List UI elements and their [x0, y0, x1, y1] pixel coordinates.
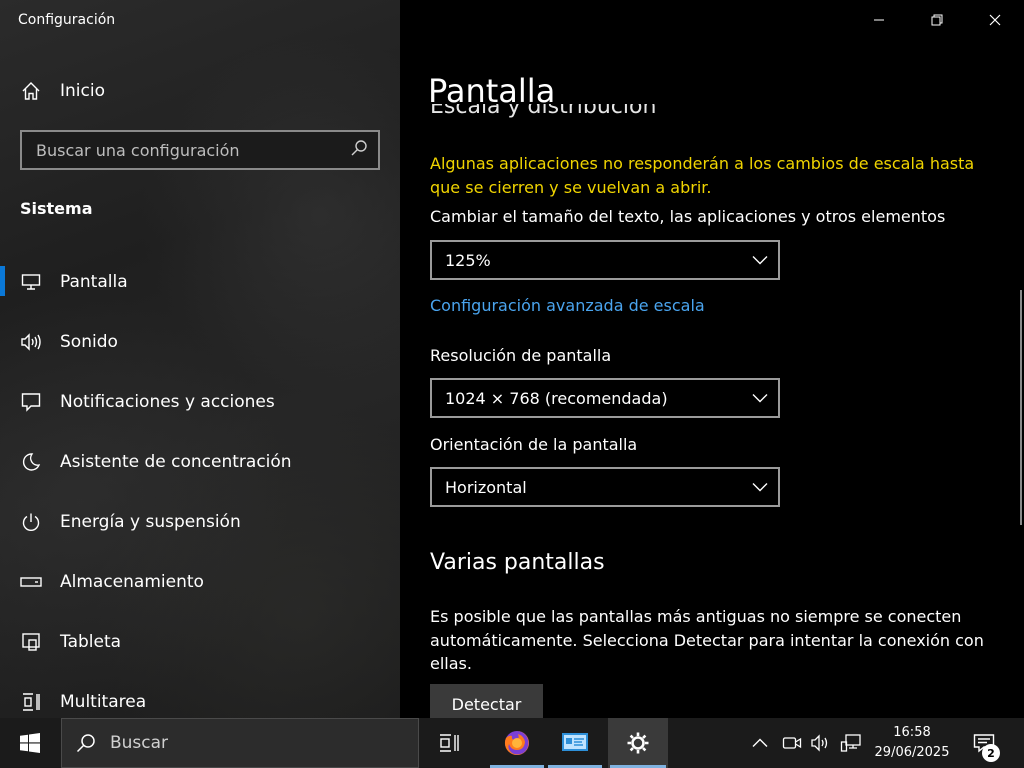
home-label: Inicio — [60, 81, 105, 101]
windows-logo-icon — [20, 733, 40, 753]
close-icon — [989, 14, 1001, 26]
task-view-button[interactable] — [421, 718, 479, 768]
volume-button[interactable] — [808, 718, 834, 768]
restore-icon — [931, 14, 943, 26]
restore-button[interactable] — [908, 0, 966, 40]
orientation-dropdown-value: Horizontal — [445, 477, 527, 497]
sidebar-item-tableta[interactable]: Tableta — [0, 612, 400, 672]
window-controls — [850, 0, 1024, 40]
multiple-displays-heading: Varias pantallas — [430, 550, 605, 575]
search-icon — [76, 734, 95, 753]
firefox-icon — [504, 731, 529, 755]
network-button[interactable] — [838, 718, 864, 768]
advanced-scaling-link[interactable]: Configuración avanzada de escala — [430, 296, 705, 315]
sidebar-item-label: Energía y suspensión — [60, 512, 241, 532]
sidebar-item-label: Almacenamiento — [60, 572, 204, 592]
multitask-icon — [20, 691, 42, 713]
camera-icon — [782, 737, 802, 749]
task-view-icon — [440, 734, 459, 752]
control-panel-taskbar-button[interactable] — [546, 718, 604, 768]
gear-icon — [627, 732, 649, 754]
scale-label: Cambiar el tamaño del texto, las aplicac… — [430, 207, 946, 226]
settings-search-box[interactable] — [20, 130, 380, 170]
chevron-down-icon — [752, 394, 768, 403]
scrollbar[interactable] — [1020, 290, 1022, 525]
main-content: Pantalla Escala y distribución Algunas a… — [400, 0, 1024, 718]
storage-icon — [20, 571, 42, 593]
scale-warning-text: Algunas aplicaciones no responderán a lo… — [430, 154, 975, 197]
taskbar: Buscar 16:58 29/06/2025 2 — [0, 718, 1024, 768]
sidebar-item-label: Sonido — [60, 332, 118, 352]
settings-search-input[interactable] — [36, 140, 336, 160]
minimize-icon — [874, 19, 884, 21]
chevron-down-icon — [752, 483, 768, 492]
sidebar-nav: Pantalla Sonido Notificaciones y accione… — [0, 252, 400, 718]
firefox-taskbar-button[interactable] — [488, 718, 546, 768]
sidebar-item-asistente[interactable]: Asistente de concentración — [0, 432, 400, 492]
sidebar-item-notificaciones[interactable]: Notificaciones y acciones — [0, 372, 400, 432]
action-center-button[interactable] — [966, 718, 1002, 768]
app-title: Configuración — [18, 12, 116, 28]
sidebar-item-label: Tableta — [60, 632, 122, 652]
home-link[interactable]: Inicio — [20, 80, 105, 102]
monitor-icon — [20, 271, 42, 293]
scale-dropdown[interactable]: 125% — [430, 240, 780, 280]
chevron-down-icon — [752, 256, 768, 265]
sidebar-item-almacenamiento[interactable]: Almacenamiento — [0, 552, 400, 612]
search-icon[interactable] — [350, 139, 368, 161]
scale-layout-heading: Escala y distribución — [430, 104, 657, 119]
show-hidden-icons-button[interactable] — [748, 718, 772, 768]
chevron-up-icon — [752, 738, 768, 747]
speaker-icon — [811, 734, 828, 752]
notification-count-badge: 2 — [982, 744, 1000, 762]
start-button[interactable] — [0, 718, 60, 768]
notification-icon — [20, 391, 42, 413]
moon-icon — [20, 451, 42, 473]
taskbar-clock[interactable]: 16:58 29/06/2025 — [862, 723, 962, 763]
taskbar-search[interactable]: Buscar — [61, 718, 419, 768]
sidebar-item-label: Notificaciones y acciones — [60, 392, 275, 412]
sidebar: Configuración Inicio Sistema Pantalla So… — [0, 0, 400, 718]
taskbar-search-label: Buscar — [110, 733, 169, 753]
sidebar-item-pantalla[interactable]: Pantalla — [0, 252, 400, 312]
speaker-icon — [20, 331, 42, 353]
sidebar-item-label: Pantalla — [60, 272, 128, 292]
resolution-dropdown-value: 1024 × 768 (recomendada) — [445, 388, 668, 408]
meet-now-button[interactable] — [780, 718, 804, 768]
clock-date: 29/06/2025 — [874, 745, 950, 760]
multiple-displays-text: Es posible que las pantallas más antigua… — [430, 607, 984, 673]
control-panel-icon — [562, 733, 588, 751]
orientation-dropdown[interactable]: Horizontal — [430, 467, 780, 507]
clock-time: 16:58 — [893, 725, 931, 740]
resolution-label: Resolución de pantalla — [430, 346, 612, 365]
sidebar-item-sonido[interactable]: Sonido — [0, 312, 400, 372]
section-label: Sistema — [20, 199, 93, 218]
sidebar-item-multitarea[interactable]: Multitarea — [0, 672, 400, 718]
close-button[interactable] — [966, 0, 1024, 40]
tablet-icon — [20, 631, 42, 653]
network-icon — [840, 734, 861, 752]
sidebar-item-energia[interactable]: Energía y suspensión — [0, 492, 400, 552]
resolution-dropdown[interactable]: 1024 × 768 (recomendada) — [430, 378, 780, 418]
power-icon — [20, 511, 42, 533]
orientation-label: Orientación de la pantalla — [430, 435, 638, 454]
detect-button[interactable]: Detectar — [430, 684, 543, 718]
minimize-button[interactable] — [850, 0, 908, 40]
sidebar-item-label: Asistente de concentración — [60, 452, 292, 472]
sidebar-item-label: Multitarea — [60, 692, 147, 712]
home-icon — [20, 80, 42, 102]
settings-taskbar-button[interactable] — [608, 718, 668, 768]
scale-dropdown-value: 125% — [445, 250, 491, 270]
